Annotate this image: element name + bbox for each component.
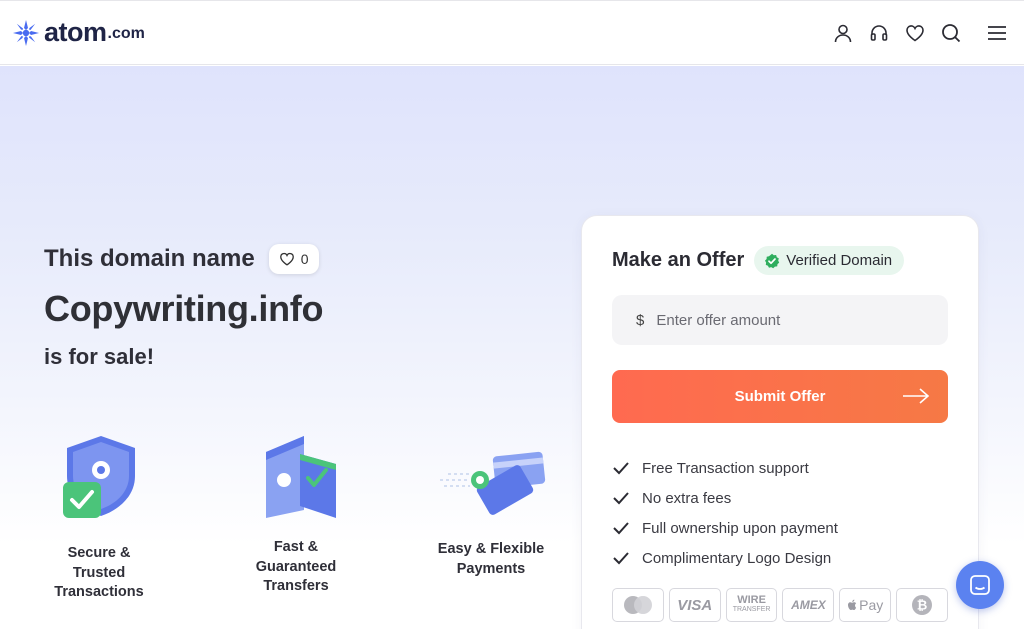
checkmark-icon xyxy=(613,462,629,475)
payment-cards-icon xyxy=(440,451,546,515)
domain-intro-row: This domain name 0 xyxy=(44,244,323,274)
offer-card-header: Make an Offer Verified Domain xyxy=(612,246,948,275)
domain-name: Copywriting.info xyxy=(44,288,324,329)
chat-launcher-button[interactable] xyxy=(956,561,1004,609)
search-icon[interactable] xyxy=(940,22,962,44)
top-navbar: atom .com xyxy=(0,0,1024,65)
currency-symbol: $ xyxy=(636,311,645,329)
like-button[interactable]: 0 xyxy=(268,244,319,274)
checkmark-icon xyxy=(613,552,629,565)
visa-icon: VISA xyxy=(668,588,721,622)
shield-check-icon xyxy=(63,436,135,518)
feature-secure: Secure & Trusted Transactions xyxy=(30,430,168,603)
benefit-item: No extra fees xyxy=(612,483,948,513)
domain-intro-text: This domain name xyxy=(44,245,255,272)
offer-title: Make an Offer xyxy=(612,249,745,271)
benefit-label: Free Transaction support xyxy=(642,459,809,477)
feature-payments-line2: Payments xyxy=(456,560,526,577)
verified-domain-badge: Verified Domain xyxy=(754,246,905,275)
feature-transfers-line3: Transfers xyxy=(263,578,329,594)
verified-domain-label: Verified Domain xyxy=(786,252,893,269)
arrow-right-icon xyxy=(903,388,930,404)
heart-outline-icon xyxy=(279,252,294,266)
bitcoin-icon: ₿ xyxy=(896,588,948,622)
apple-pay-icon: Pay xyxy=(839,588,892,622)
benefit-label: No extra fees xyxy=(642,489,732,507)
svg-text:₿: ₿ xyxy=(917,599,928,614)
feature-secure-line1: Secure & xyxy=(67,545,131,561)
mastercard-icon xyxy=(612,588,664,622)
offer-amount-input[interactable] xyxy=(656,311,917,329)
support-headset-icon[interactable] xyxy=(868,22,890,44)
wire-transfer-icon: WIRE TRANSFER xyxy=(725,588,778,622)
transfer-windows-icon xyxy=(266,436,336,518)
menu-icon[interactable] xyxy=(986,22,1008,44)
benefit-label: Complimentary Logo Design xyxy=(642,549,832,567)
header-actions xyxy=(832,22,1012,44)
offer-card: Make an Offer Verified Domain $ Submit O… xyxy=(581,215,979,629)
benefit-item: Free Transaction support xyxy=(612,453,948,483)
checkmark-icon xyxy=(613,492,629,505)
amex-icon: AMEX xyxy=(782,588,835,622)
domain-info: This domain name 0 Copywriting.info is f… xyxy=(44,244,323,370)
feature-secure-line3: Transactions xyxy=(54,584,144,600)
submit-offer-label: Submit Offer xyxy=(734,388,826,405)
atom-logo-icon xyxy=(13,19,39,46)
benefit-item: Full ownership upon payment xyxy=(612,513,948,543)
feature-secure-line2: Trusted xyxy=(72,564,126,581)
checkmark-icon xyxy=(613,522,629,535)
payment-methods: VISA WIRE TRANSFER AMEX Pay ₿ xyxy=(612,588,948,622)
feature-payments: Easy & Flexible Payments xyxy=(426,430,556,579)
feature-transfers: Fast & Guaranteed Transfers xyxy=(226,430,366,597)
user-icon[interactable] xyxy=(832,22,854,44)
verified-check-icon xyxy=(765,253,780,268)
for-sale-text: is for sale! xyxy=(44,344,155,369)
logo-wordmark: atom xyxy=(44,17,107,47)
feature-transfers-line1: Fast & xyxy=(273,539,319,555)
features-row: Secure & Trusted Transactions Fast & Gua… xyxy=(30,430,560,600)
feature-payments-line1: Easy & Flexible xyxy=(437,541,545,557)
benefits-list: Free Transaction support No extra fees F… xyxy=(612,453,948,573)
benefit-label: Full ownership upon payment xyxy=(642,519,838,537)
like-count: 0 xyxy=(300,251,309,267)
feature-transfers-line2: Guaranteed xyxy=(255,558,337,575)
atom-logo[interactable]: atom .com xyxy=(12,17,145,48)
logo-tld: .com xyxy=(107,25,145,42)
heart-icon[interactable] xyxy=(904,22,926,44)
chat-icon xyxy=(970,575,990,595)
submit-offer-button[interactable]: Submit Offer xyxy=(612,370,948,423)
benefit-item: Complimentary Logo Design xyxy=(612,543,948,573)
offer-amount-field[interactable]: $ xyxy=(612,295,948,345)
